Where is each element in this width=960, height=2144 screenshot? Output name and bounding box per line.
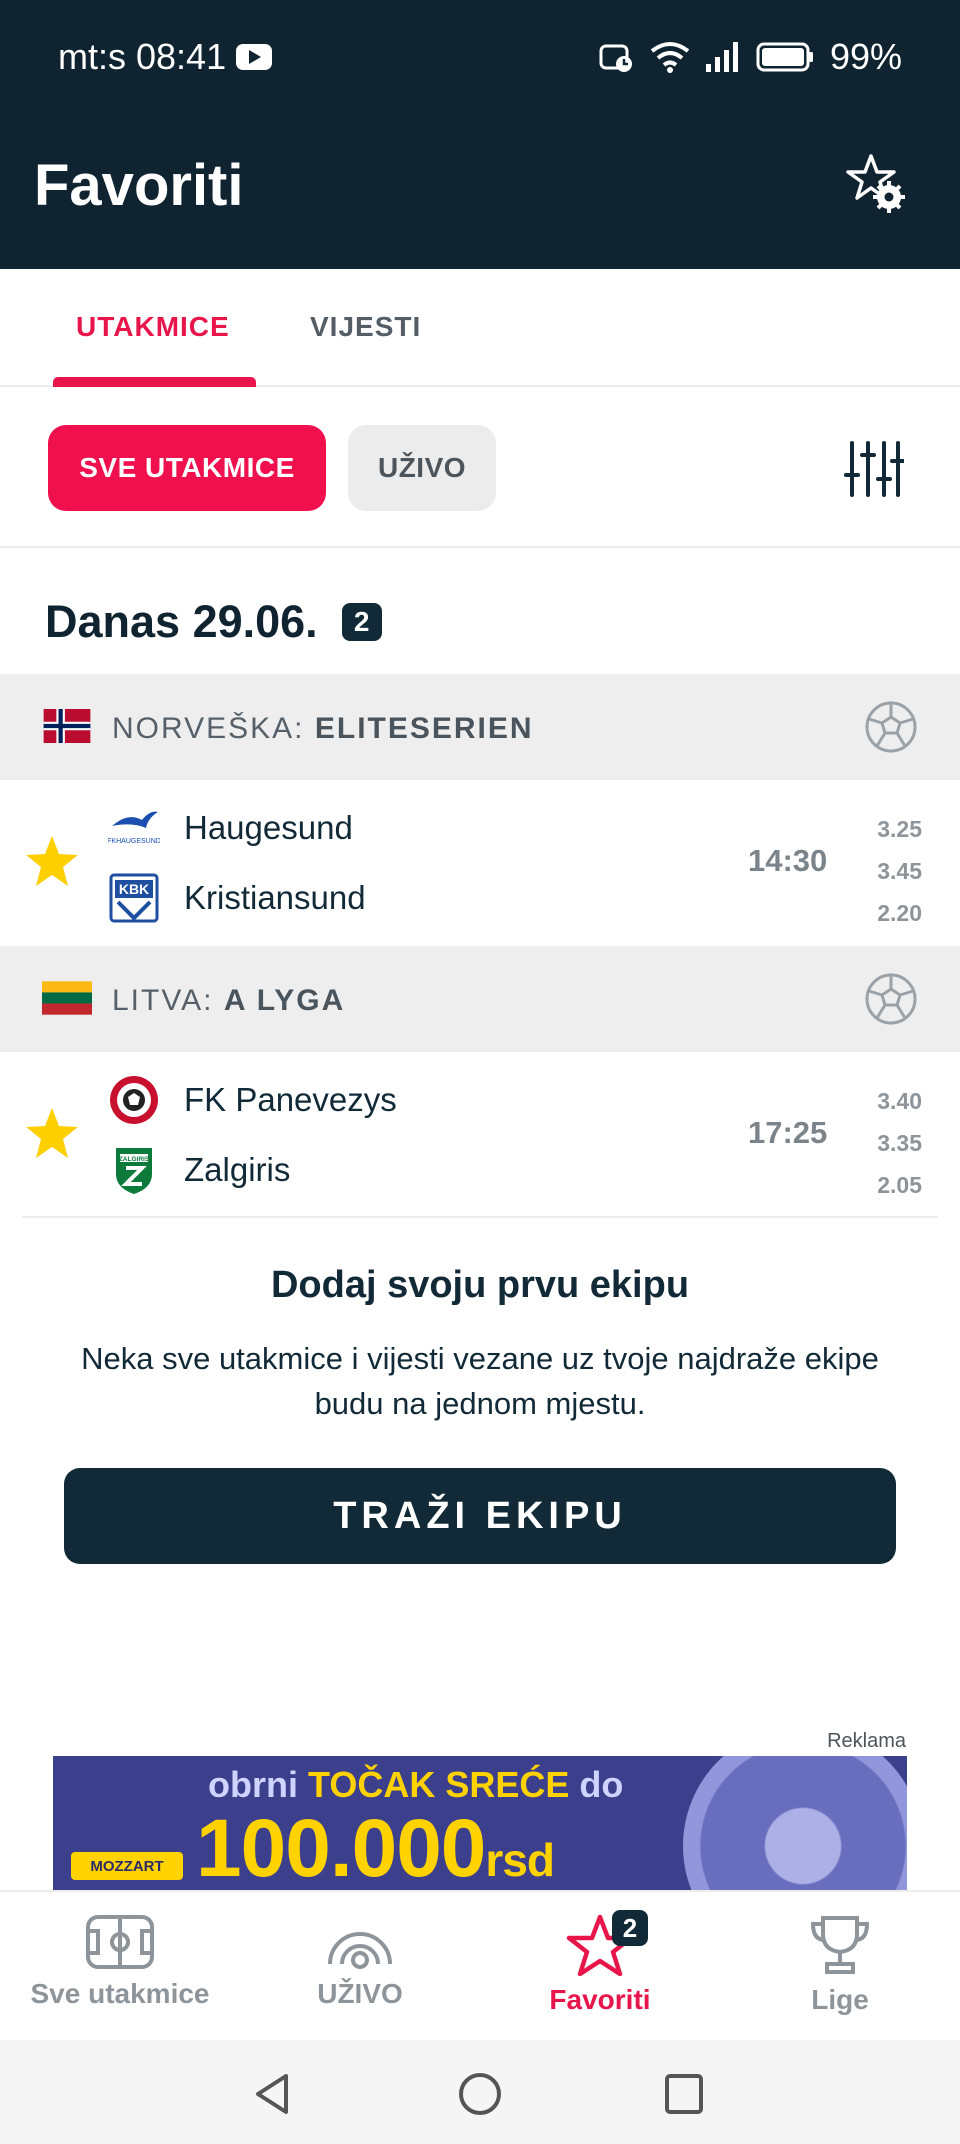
- match-count-badge: 2: [341, 603, 382, 641]
- wheel-graphic: [683, 1756, 907, 1890]
- app-bar: Favoriti: [0, 116, 960, 269]
- battery-icon: [756, 42, 813, 72]
- recents-icon[interactable]: [664, 2072, 704, 2116]
- divider: [22, 1216, 938, 1218]
- pitch-icon: [86, 1915, 154, 1969]
- bottom-navigation: Sve utakmice UŽIVO 2 Favoriti Lige: [0, 1890, 960, 2040]
- live-chip[interactable]: UŽIVO: [348, 425, 496, 511]
- odd-away[interactable]: 2.05: [862, 1164, 922, 1206]
- active-tab-indicator: [53, 377, 256, 387]
- home-team: FKHAUGESUND Haugesund: [108, 802, 353, 854]
- team-name: Zalgiris: [184, 1151, 291, 1188]
- battery-level: 99%: [829, 36, 902, 77]
- ad-banner[interactable]: obrni TOČAK SREĆE do 100.000rsd MOZZART: [53, 1756, 907, 1890]
- nav-live[interactable]: UŽIVO: [240, 1914, 480, 2010]
- ad-label: Reklama: [827, 1730, 906, 1752]
- odds-column: 3.40 3.35 2.05: [862, 1080, 922, 1206]
- ad-word: obrni: [208, 1764, 298, 1805]
- kickoff-time: 17:25: [748, 1115, 828, 1150]
- away-team: KBK Kristiansund: [108, 872, 366, 924]
- favorites-screen: mt:s 08:41 99% Favoriti UTAKMICE VIJESTI…: [0, 0, 960, 2144]
- nav-label: UŽIVO: [317, 1978, 403, 2009]
- ad-amount: 100.000rsd: [196, 1803, 555, 1890]
- back-icon[interactable]: [252, 2072, 292, 2116]
- tab-bar: UTAKMICE VIJESTI: [0, 269, 960, 387]
- favorite-star-icon[interactable]: [24, 834, 80, 890]
- ad-word: do: [579, 1764, 624, 1805]
- odd-home[interactable]: 3.40: [862, 1080, 922, 1122]
- carrier-label: mt:s: [58, 36, 126, 77]
- odds-column: 3.25 3.45 2.20: [862, 808, 922, 934]
- away-team: ZALGIRIS Zalgiris: [108, 1144, 290, 1196]
- tab-vijesti[interactable]: VIJESTI: [310, 311, 421, 343]
- empty-state-text: Neka sve utakmice i vijesti vezane uz tv…: [81, 1341, 879, 1421]
- signal-icon: [705, 42, 738, 72]
- live-broadcast-icon: [328, 1932, 392, 1969]
- league-name: NORVEŠKA: ELITESERIEN: [112, 712, 534, 745]
- page-title: Favoriti: [34, 153, 244, 218]
- league-header-a-lyga[interactable]: LITVA: A LYGA: [0, 946, 960, 1052]
- home-icon[interactable]: [458, 2072, 502, 2116]
- empty-state-title: Dodaj svoju prvu ekipu: [270, 1264, 690, 1306]
- haugesund-crest-icon: FKHAUGESUND: [108, 811, 160, 845]
- alarm-icon: [599, 44, 632, 72]
- match-row[interactable]: FKHAUGESUND Haugesund KBK Kristiansund 1…: [0, 780, 960, 943]
- odd-draw[interactable]: 3.45: [862, 850, 922, 892]
- league-name: LITVA: A LYGA: [112, 984, 346, 1017]
- wifi-icon: [650, 42, 690, 73]
- lithuania-flag-icon: [42, 981, 92, 1015]
- favorite-star-icon[interactable]: [24, 1106, 80, 1162]
- favorites-count-badge: 2: [612, 1910, 648, 1946]
- odd-home[interactable]: 3.25: [862, 808, 922, 850]
- team-name: Haugesund: [184, 809, 353, 846]
- sliders-icon[interactable]: [844, 439, 904, 499]
- filter-row: SVE UTAKMICE UŽIVO: [0, 387, 960, 548]
- zalgiris-crest-icon: ZALGIRIS: [116, 1148, 152, 1194]
- youtube-icon: [236, 44, 273, 70]
- ad-highlight: TOČAK SREĆE: [308, 1764, 570, 1805]
- team-name: FK Panevezys: [184, 1081, 397, 1118]
- clock: 08:41: [136, 36, 227, 77]
- nav-favorites[interactable]: 2 Favoriti: [480, 1910, 720, 2016]
- ad-brand-logo: MOZZART: [71, 1852, 183, 1880]
- star-gear-icon[interactable]: [844, 152, 906, 214]
- svg-text:KBK: KBK: [119, 881, 149, 897]
- trophy-icon: [810, 1916, 870, 1974]
- panevezys-crest-icon: [110, 1076, 158, 1124]
- svg-text:ZALGIRIS: ZALGIRIS: [119, 1156, 150, 1163]
- odd-away[interactable]: 2.20: [862, 892, 922, 934]
- date-label: Danas 29.06.: [45, 596, 318, 647]
- nav-all-matches[interactable]: Sve utakmice: [0, 1914, 240, 2010]
- football-icon: [865, 973, 917, 1025]
- kickoff-time: 14:30: [748, 843, 828, 878]
- all-matches-chip[interactable]: SVE UTAKMICE: [48, 425, 326, 511]
- svg-text:FKHAUGESUND: FKHAUGESUND: [108, 838, 160, 845]
- tab-utakmice[interactable]: UTAKMICE: [76, 311, 230, 343]
- team-name: Kristiansund: [184, 879, 366, 916]
- norway-flag-icon: [43, 709, 91, 743]
- nav-leagues[interactable]: Lige: [720, 1914, 960, 2016]
- ad-headline: obrni TOČAK SREĆE do: [208, 1764, 623, 1806]
- search-team-button[interactable]: TRAŽI EKIPU: [64, 1468, 896, 1564]
- home-team: FK Panevezys: [108, 1074, 397, 1126]
- odd-draw[interactable]: 3.35: [862, 1122, 922, 1164]
- nav-label: Favoriti: [549, 1984, 651, 2015]
- system-navigation-bar: [0, 2040, 960, 2144]
- football-icon: [865, 701, 917, 753]
- kristiansund-crest-icon: KBK: [109, 873, 159, 923]
- nav-label: Lige: [811, 1984, 869, 2015]
- date-header: Danas 29.06. 2: [45, 596, 382, 648]
- league-header-eliteserien[interactable]: NORVEŠKA: ELITESERIEN: [0, 674, 960, 780]
- nav-label: Sve utakmice: [30, 1978, 210, 2009]
- status-bar: mt:s 08:41 99%: [0, 0, 960, 116]
- match-row[interactable]: FK Panevezys ZALGIRIS Zalgiris 17:25 3.4…: [0, 1052, 960, 1215]
